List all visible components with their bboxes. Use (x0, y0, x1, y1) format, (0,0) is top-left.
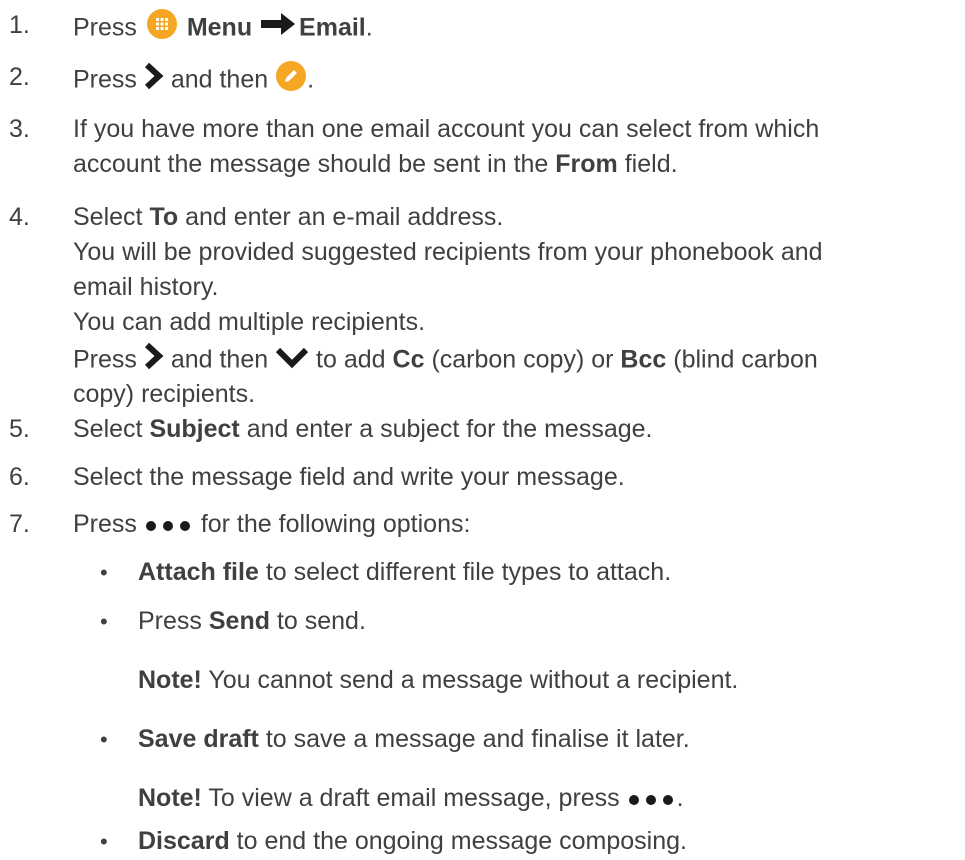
menu-label: Menu (186, 13, 253, 42)
step-number: 7. (9, 510, 30, 538)
chevron-right-icon (144, 62, 164, 100)
menu-grid-icon (146, 8, 178, 50)
note-draft: Note! To view a draft email message, pre… (138, 781, 684, 817)
note-recipient: Note! You cannot send a message without … (138, 666, 739, 694)
step-number: 5. (9, 415, 30, 443)
pencil-icon (275, 60, 307, 102)
more-dots-icon (627, 782, 677, 817)
step-number: 6. (9, 463, 30, 491)
step-text: Press (73, 13, 137, 42)
step-number: 1. (9, 11, 30, 39)
email-label: Email (299, 13, 366, 42)
step-number: 3. (9, 115, 30, 143)
step-number: 4. (9, 203, 30, 231)
right-arrow-icon (261, 11, 297, 47)
chevron-down-icon (275, 344, 309, 379)
step-number: 2. (9, 63, 30, 91)
chevron-right-icon (144, 342, 164, 380)
more-dots-icon (144, 508, 194, 543)
manual-page: 1. Press Menu Email. 2. Press and then .… (0, 0, 965, 860)
